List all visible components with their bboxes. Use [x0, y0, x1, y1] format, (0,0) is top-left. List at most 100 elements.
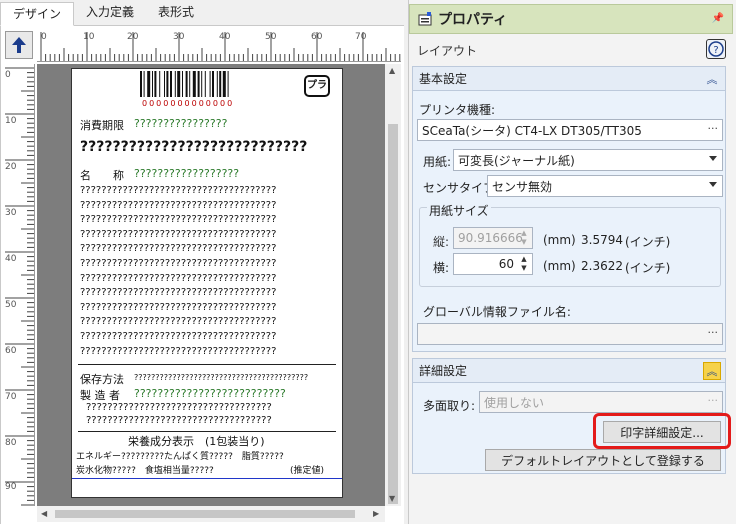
scroll-left-icon[interactable]: ◀ — [41, 509, 47, 518]
barcode-bar — [197, 71, 200, 97]
barcode[interactable] — [140, 71, 252, 99]
label-preview[interactable]: 0000000000000 プラ 消費期限 ???????????????? ?… — [71, 68, 343, 498]
detail-settings-header[interactable]: 詳細設定 ︽ — [413, 359, 725, 383]
tab-table-format[interactable]: 表形式 — [146, 1, 206, 25]
maker-value-2: ??????????????????????????????????? — [86, 402, 272, 413]
collapse-icon[interactable]: ︽ — [703, 70, 721, 88]
ellipsis-icon[interactable]: ··· — [708, 326, 719, 339]
barcode-bar — [201, 71, 203, 97]
h-ruler-label: 70 — [355, 32, 367, 42]
design-canvas[interactable]: 0000000000000 プラ 消費期限 ???????????????? ?… — [37, 64, 385, 506]
scroll-thumb[interactable] — [388, 124, 398, 504]
ingredients-line: ????????????????????????????????????? — [80, 287, 277, 299]
design-pane: デザイン 入力定義 表形式 10 0 20 30 40 50 60 70 0 1… — [0, 0, 404, 524]
barcode-bar — [204, 71, 206, 97]
horizontal-scrollbar[interactable]: ◀ ▶ — [37, 506, 385, 522]
ellipsis-icon[interactable]: ··· — [708, 122, 719, 135]
help-button[interactable]: ? — [706, 39, 726, 59]
property-panel: プロパティ 📌 レイアウト ? 基本設定 ︽ プリンタ機種: SCeaTa(シー… — [408, 0, 736, 524]
maker-value-1: ?????????????????????????? — [134, 387, 286, 400]
page-end-line — [72, 478, 342, 479]
storage-value: ????????????????????????????????????????… — [134, 373, 309, 382]
v-ruler-label: 40 — [5, 254, 17, 264]
barcode-bar — [152, 71, 153, 97]
v-ruler-label: 70 — [5, 392, 17, 402]
paper-select[interactable]: 可変長(ジャーナル紙) — [453, 149, 723, 171]
ingredients-line: ????????????????????????????????????? — [80, 316, 277, 328]
printer-value: SCeaTa(シータ) CT4-LX DT305/TT305 — [422, 123, 642, 138]
height-unit: (mm) — [543, 233, 576, 247]
barcode-bar — [219, 71, 222, 97]
height-input[interactable]: 90.916666 ▲ ▼ — [453, 227, 533, 249]
width-inch-unit: (インチ) — [625, 261, 671, 275]
basic-settings-header[interactable]: 基本設定 ︽ — [413, 67, 725, 91]
barcode-bar — [185, 71, 188, 97]
width-value: 60 — [498, 257, 514, 271]
paper-label: 用紙: — [423, 155, 452, 169]
section-title: 基本設定 — [419, 72, 468, 86]
paper-size-title: 用紙サイズ — [427, 202, 491, 219]
divider — [78, 364, 336, 365]
pin-icon[interactable]: 📌 — [712, 13, 724, 24]
barcode-bar — [209, 71, 211, 97]
expiry-value: ???????????????? — [134, 117, 228, 130]
v-ruler-label: 80 — [5, 438, 17, 448]
barcode-bar — [174, 71, 176, 97]
barcode-bar — [154, 71, 157, 97]
ingredients-line: ????????????????????????????????????? — [80, 272, 277, 284]
design-frame: 10 0 20 30 40 50 60 70 0 10 20 30 40 50 … — [0, 26, 404, 524]
global-file-field[interactable]: ··· — [417, 323, 723, 345]
section-title: 詳細設定 — [419, 364, 468, 378]
barcode-bar — [192, 71, 196, 97]
up-arrow-button[interactable] — [5, 31, 33, 59]
multi-field[interactable]: 使用しない ··· — [479, 391, 723, 413]
nutrition-line-2: 炭水化物????? 食塩相当量????? — [76, 466, 214, 476]
scroll-up-icon[interactable]: ▲ — [389, 66, 395, 75]
width-unit: (mm) — [543, 259, 576, 273]
svg-text:?: ? — [713, 45, 718, 56]
ingredients-line: ????????????????????????????????????? — [80, 301, 277, 313]
h-ruler-label: 60 — [311, 32, 323, 42]
tab-input-definition[interactable]: 入力定義 — [74, 1, 146, 25]
tab-design[interactable]: デザイン — [0, 2, 75, 26]
scroll-right-icon[interactable]: ▶ — [373, 509, 379, 518]
nutrition-title: 栄養成分表示 (1包装当り) — [128, 435, 265, 448]
barcode-bar — [227, 71, 229, 97]
divider — [78, 431, 336, 432]
ingredients-line: ????????????????????????????????????? — [80, 185, 277, 196]
barcode-bar — [147, 71, 151, 97]
v-ruler-label: 60 — [5, 346, 17, 356]
up-arrow-icon — [12, 37, 26, 53]
scroll-down-icon[interactable]: ▼ — [389, 494, 395, 503]
storage-label: 保存方法 — [80, 373, 124, 386]
global-file-label: グローバル情報ファイル名: — [423, 305, 571, 319]
vertical-scrollbar[interactable]: ▲ ▼ — [385, 64, 401, 506]
width-input[interactable]: 60 ▲ ▼ — [453, 253, 533, 275]
scroll-thumb[interactable] — [55, 510, 355, 518]
collapse-icon[interactable]: ︽ — [703, 362, 721, 380]
barcode-digits: 0000000000000 — [142, 99, 235, 108]
register-default-button[interactable]: デフォルトレイアウトとして登録する — [485, 449, 721, 471]
v-ruler-label: 50 — [5, 300, 17, 310]
paper-value: 可変長(ジャーナル紙) — [458, 153, 575, 168]
v-ruler-label: 20 — [5, 162, 17, 172]
height-inch-unit: (インチ) — [625, 235, 671, 249]
h-ruler-label: 40 — [219, 32, 231, 42]
printer-field[interactable]: SCeaTa(シータ) CT4-LX DT305/TT305 ··· — [417, 119, 723, 141]
h-ruler-label: 30 — [173, 32, 185, 42]
ellipsis-icon[interactable]: ··· — [708, 394, 719, 407]
name-label: 名 称 — [80, 169, 124, 182]
h-ruler-label: 50 — [265, 32, 277, 42]
nutrition-line-1: エネルギー?????????たんぱく質????? 脂質????? — [76, 452, 284, 462]
multi-label: 多面取り: — [423, 399, 476, 413]
sensor-select[interactable]: センサ無効 — [487, 175, 723, 197]
properties-icon — [418, 12, 432, 26]
recycle-mark-icon: プラ — [304, 75, 330, 97]
barcode-bar — [212, 71, 214, 97]
chevron-down-icon — [709, 156, 717, 161]
expiry-label: 消費期限 — [80, 119, 124, 132]
estimate-note: (推定値) — [290, 466, 325, 476]
barcode-bar — [189, 71, 191, 97]
spinner-icon[interactable]: ▲ ▼ — [518, 255, 530, 275]
spinner-icon[interactable]: ▲ ▼ — [518, 229, 530, 249]
